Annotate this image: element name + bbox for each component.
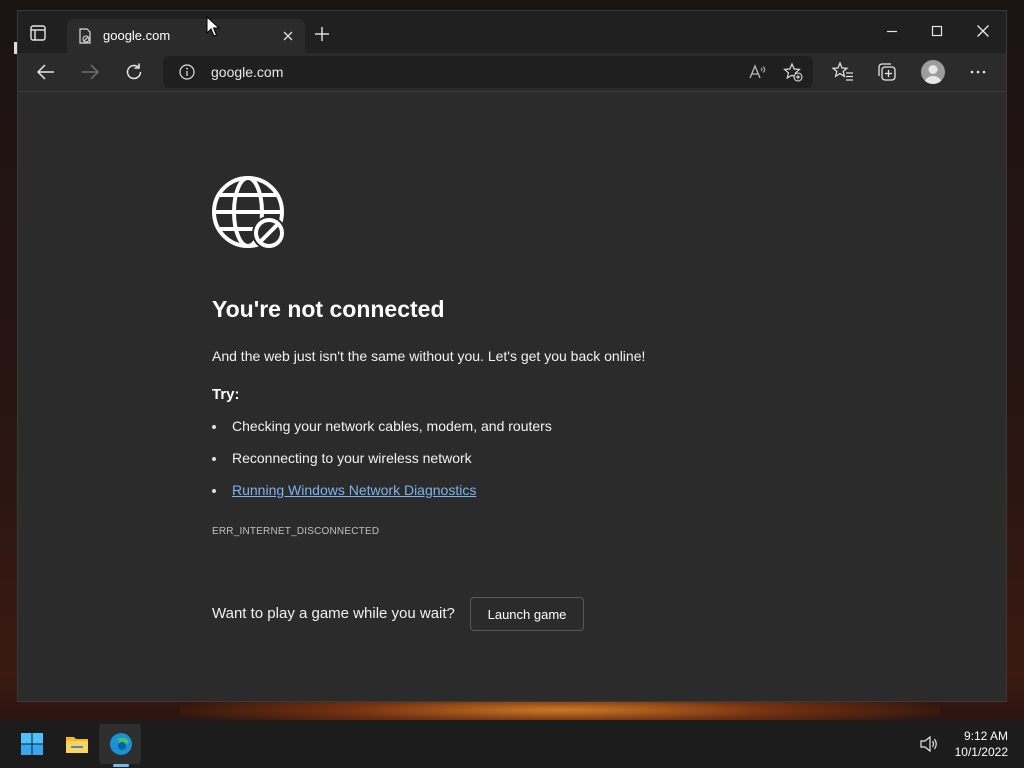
game-prompt: Want to play a game while you wait? <box>212 605 455 622</box>
collections-icon[interactable] <box>876 61 898 83</box>
mouse-cursor-icon <box>206 16 220 37</box>
offline-page-icon <box>79 28 91 44</box>
launch-game-button[interactable]: Launch game <box>470 597 584 631</box>
info-icon[interactable] <box>179 64 195 80</box>
volume-icon[interactable] <box>919 735 939 753</box>
network-diagnostics-link[interactable]: Running Windows Network Diagnostics <box>232 482 476 498</box>
read-aloud-icon[interactable] <box>747 62 767 82</box>
globe-blocked-icon <box>212 176 286 250</box>
taskbar: 9:12 AM 10/1/2022 <box>0 720 1024 768</box>
error-heading: You're not connected <box>212 296 445 322</box>
edge-running-indicator <box>113 764 129 767</box>
bullet-dot <box>212 489 216 493</box>
refresh-icon[interactable] <box>123 61 145 83</box>
close-tab-icon[interactable] <box>281 29 295 43</box>
navigation-toolbar: google.com <box>18 53 1006 92</box>
tab-strip: google.com <box>18 11 1006 53</box>
windows-start-icon[interactable] <box>20 732 44 756</box>
favorites-icon[interactable] <box>832 61 854 83</box>
taskbar-clock[interactable]: 9:12 AM 10/1/2022 <box>948 728 1008 760</box>
suggestion-text: Checking your network cables, modem, and… <box>232 418 552 434</box>
clock-date: 10/1/2022 <box>954 745 1008 759</box>
tab-google[interactable]: google.com <box>67 19 305 53</box>
error-subtitle: And the web just isn't the same without … <box>212 348 646 364</box>
tab-actions-icon[interactable] <box>29 24 47 42</box>
edge-browser-icon[interactable] <box>109 732 133 756</box>
suggestion-text: Reconnecting to your wireless network <box>232 450 472 466</box>
back-arrow-icon[interactable] <box>35 61 57 83</box>
new-tab-icon[interactable] <box>315 27 329 41</box>
address-bar[interactable]: google.com <box>163 56 813 88</box>
maximize-icon[interactable] <box>929 23 945 39</box>
profile-avatar[interactable] <box>921 60 945 84</box>
person-icon <box>924 65 942 84</box>
add-favorite-icon[interactable] <box>783 62 803 82</box>
error-code: ERR_INTERNET_DISCONNECTED <box>212 526 380 537</box>
try-label: Try: <box>212 386 240 403</box>
close-window-icon[interactable] <box>975 23 991 39</box>
tab-title: google.com <box>103 28 171 43</box>
error-page: You're not connected And the web just is… <box>18 92 1006 701</box>
bullet-dot <box>212 457 216 461</box>
forward-arrow-icon[interactable] <box>79 61 101 83</box>
minimize-icon[interactable] <box>884 23 900 39</box>
bullet-dot <box>212 425 216 429</box>
address-url[interactable]: google.com <box>211 64 283 80</box>
file-explorer-icon[interactable] <box>65 732 89 756</box>
clock-time: 9:12 AM <box>963 729 1008 743</box>
browser-window: google.com google.com You're not connect… <box>17 10 1007 702</box>
more-options-icon[interactable] <box>967 61 989 83</box>
